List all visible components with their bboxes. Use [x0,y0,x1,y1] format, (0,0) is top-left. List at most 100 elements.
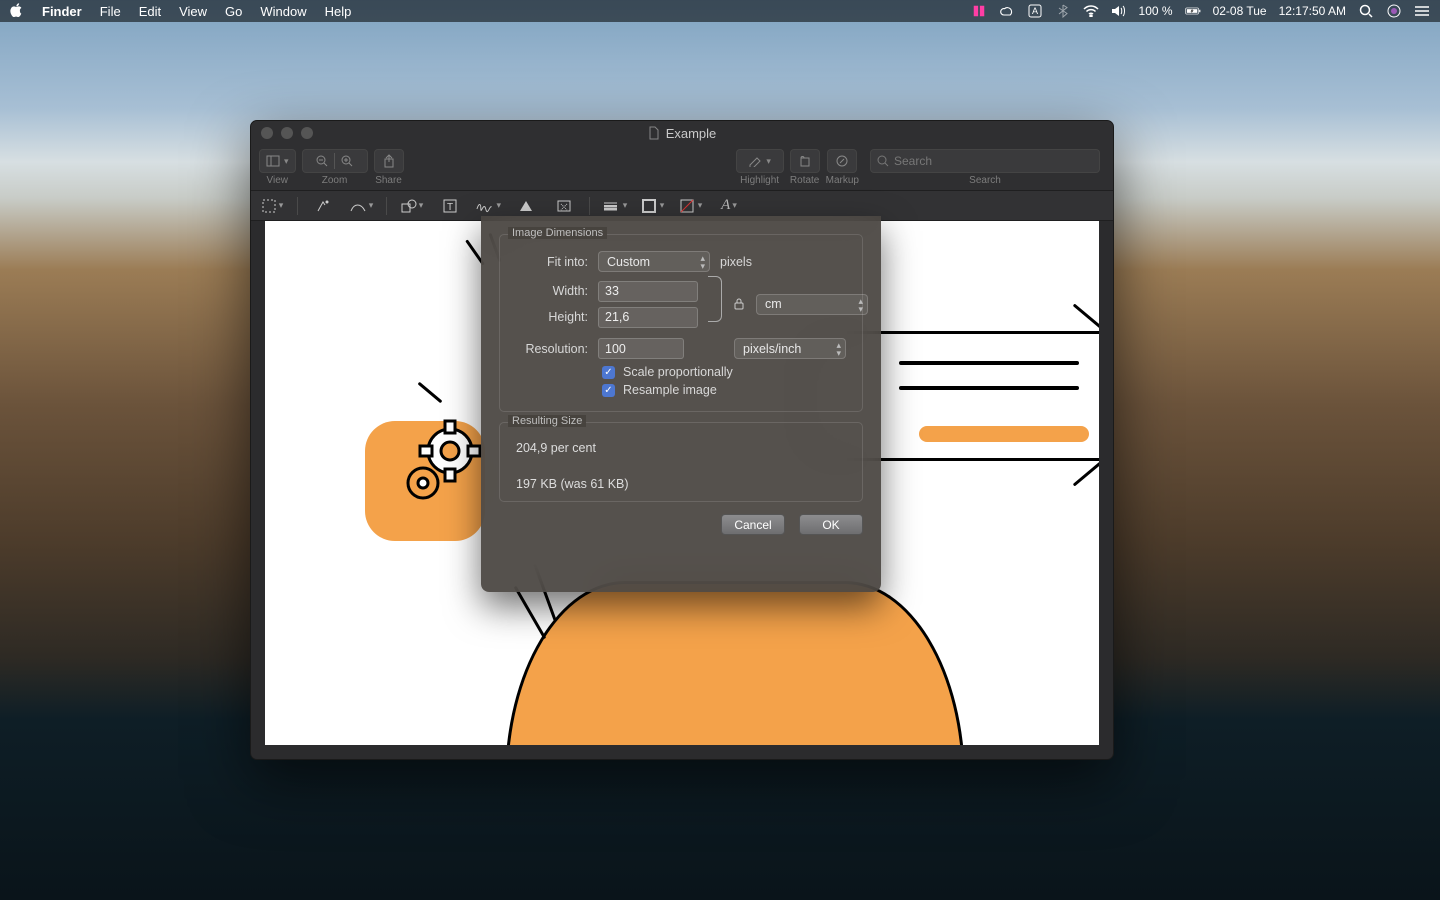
share-label: Share [375,175,402,186]
search-placeholder: Search [894,154,932,168]
preview-window: Example ▾ View Zoom Share [250,120,1114,760]
lock-aspect-icon[interactable] [732,297,746,311]
height-label: Height: [512,310,588,324]
result-percent: 204,9 per cent [516,441,850,455]
scale-proportionally-label: Scale proportionally [623,365,733,379]
resample-image-checkbox[interactable]: ✓ Resample image [602,383,850,397]
checkmark-icon: ✓ [602,366,615,379]
bluetooth-icon[interactable] [1055,3,1071,19]
menubar: Finder File Edit View Go Window Help A 1… [0,0,1440,22]
result-filesize: 197 KB (was 61 KB) [516,477,850,491]
zoom-in-icon[interactable] [341,155,353,167]
resolution-value: 100 [605,342,626,356]
status-app-icon[interactable] [971,3,987,19]
view-button[interactable]: ▾ [259,149,296,173]
fit-into-unit: pixels [720,255,752,269]
instant-alpha-icon[interactable] [310,196,336,216]
adjust-size-dialog: Image Dimensions Fit into: Custom ▴▾ pix… [481,216,881,592]
adjust-color-icon[interactable] [513,196,539,216]
menu-go[interactable]: Go [225,4,242,19]
spotlight-icon[interactable] [1358,3,1374,19]
view-label: View [267,175,289,186]
sign-icon[interactable]: ▾ [475,196,501,216]
link-bracket [708,276,722,322]
share-button[interactable] [374,149,404,173]
illustration [514,586,547,639]
image-dimensions-panel: Image Dimensions Fit into: Custom ▴▾ pix… [499,234,863,412]
titlebar[interactable]: Example [251,121,1113,145]
resolution-label: Resolution: [512,342,588,356]
app-name[interactable]: Finder [42,4,82,19]
adjust-size-icon[interactable] [551,196,577,216]
svg-text:T: T [447,202,453,213]
ok-button[interactable]: OK [799,514,863,535]
window-title: Example [666,126,717,141]
resolution-input[interactable]: 100 [598,338,684,359]
search-input[interactable]: Search [870,149,1100,173]
draw-icon[interactable]: ▾ [348,196,374,216]
height-value: 21,6 [605,310,629,324]
volume-icon[interactable] [1111,3,1127,19]
highlight-button[interactable]: ▾ [736,149,784,173]
input-source-icon[interactable]: A [1027,3,1043,19]
dimension-unit-select[interactable]: cm ▴▾ [756,294,868,315]
illustration [1073,458,1099,486]
wifi-icon[interactable] [1083,3,1099,19]
checkmark-icon: ✓ [602,384,615,397]
width-value: 33 [605,284,619,298]
illustration [919,426,1089,442]
image-dimensions-heading: Image Dimensions [508,227,607,239]
menubar-time[interactable]: 12:17:50 AM [1279,4,1346,18]
markup-label: Markup [826,175,859,186]
siri-icon[interactable] [1386,3,1402,19]
menu-file[interactable]: File [100,4,121,19]
markup-button[interactable] [827,149,857,173]
border-color-icon[interactable]: ▾ [640,196,666,216]
search-icon [877,155,889,167]
menu-edit[interactable]: Edit [139,4,161,19]
zoom-label: Zoom [322,175,348,186]
search-label: Search [969,175,1001,186]
menubar-date[interactable]: 02-08 Tue [1213,4,1267,18]
svg-text:A: A [1032,6,1038,16]
document-icon [648,126,660,140]
height-input[interactable]: 21,6 [598,307,698,328]
resolution-unit-value: pixels/inch [743,342,801,356]
dimension-unit-value: cm [765,297,782,311]
font-style-icon[interactable]: A▾ [716,196,742,216]
illustration [899,361,1079,365]
battery-percent[interactable]: 100 % [1139,4,1173,18]
width-label: Width: [512,284,588,298]
zoom-out-icon[interactable] [316,155,328,167]
resolution-unit-select[interactable]: pixels/inch ▴▾ [734,338,846,359]
illustration [418,382,443,404]
width-input[interactable]: 33 [598,281,698,302]
fit-into-label: Fit into: [512,255,588,269]
rotate-button[interactable] [790,149,820,173]
selection-tool-icon[interactable]: ▾ [259,196,285,216]
illustration [505,581,965,745]
rotate-label: Rotate [790,175,819,186]
illustration [899,386,1079,390]
toolbar: ▾ View Zoom Share ▾ Highlight [251,145,1113,191]
text-icon[interactable]: T [437,196,463,216]
zoom-buttons[interactable] [302,149,368,173]
menu-window[interactable]: Window [260,4,306,19]
resample-image-label: Resample image [623,383,717,397]
shapes-icon[interactable]: ▾ [399,196,425,216]
battery-icon[interactable] [1185,3,1201,19]
fit-into-value: Custom [607,255,650,269]
line-style-icon[interactable]: ▾ [602,196,628,216]
creative-cloud-icon[interactable] [999,3,1015,19]
resulting-size-panel: Resulting Size 204,9 per cent 197 KB (wa… [499,422,863,502]
fit-into-select[interactable]: Custom ▴▾ [598,251,710,272]
apple-logo-icon[interactable] [10,3,24,20]
menu-help[interactable]: Help [325,4,352,19]
menu-view[interactable]: View [179,4,207,19]
control-center-icon[interactable] [1414,3,1430,19]
highlight-label: Highlight [740,175,779,186]
scale-proportionally-checkbox[interactable]: ✓ Scale proportionally [602,365,850,379]
cancel-button[interactable]: Cancel [721,514,785,535]
resulting-size-heading: Resulting Size [508,415,586,427]
fill-color-icon[interactable]: ▾ [678,196,704,216]
